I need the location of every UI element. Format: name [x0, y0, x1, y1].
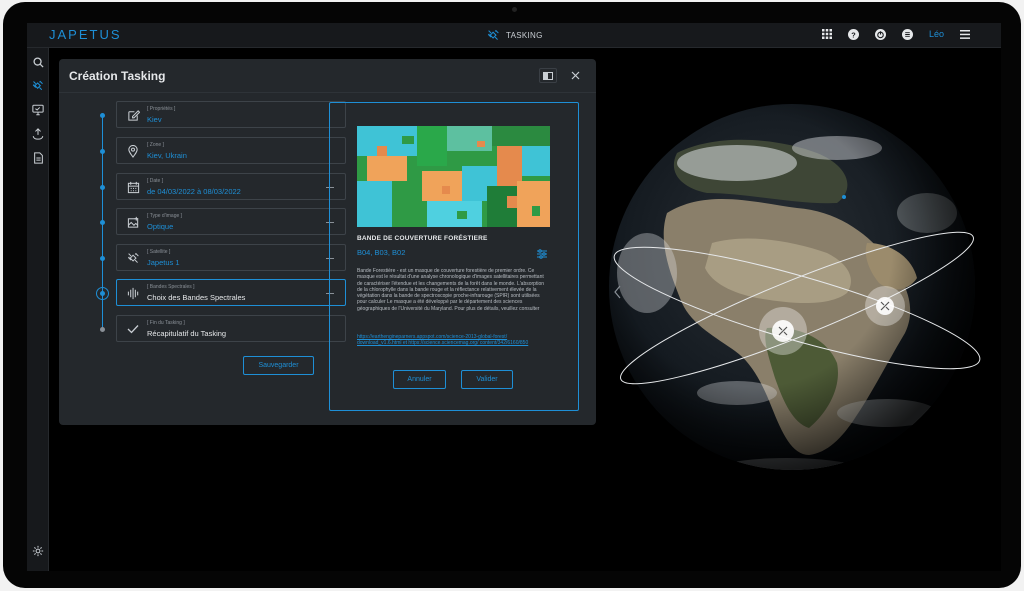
- image-type-icon: [126, 215, 140, 229]
- panel-title: Création Tasking: [69, 69, 166, 83]
- step-value: Kiev, Ukrain: [147, 151, 187, 160]
- step-date[interactable]: [ Date ] de 04/03/2022 à 08/03/2022: [116, 173, 346, 200]
- help-icon[interactable]: ?: [848, 28, 860, 40]
- card-title: BANDE DE COUVERTURE FORÉSTIERE: [357, 235, 488, 242]
- step-value: Choix des Bandes Spectrales: [147, 293, 246, 302]
- panel-header: Création Tasking: [59, 59, 596, 93]
- validate-button[interactable]: Valider: [461, 370, 513, 389]
- save-button[interactable]: Sauvegarder: [243, 356, 314, 375]
- screen: JAPETUS TASKING ? Léo Création Tasking […: [27, 23, 1001, 571]
- step-dot: [100, 113, 105, 118]
- location-pin-icon: [126, 144, 140, 158]
- step-value: de 04/03/2022 à 08/03/2022: [147, 187, 241, 196]
- edit-icon: [126, 108, 140, 122]
- step-label: [ Fin du Tasking ]: [147, 320, 185, 326]
- apps-grid-icon[interactable]: [821, 28, 833, 40]
- step-label: [ Type d'image ]: [147, 213, 183, 219]
- camera: [512, 7, 517, 12]
- earth-globe[interactable]: [587, 93, 1001, 533]
- user-name[interactable]: Léo: [929, 29, 944, 39]
- satellite-icon: [487, 29, 499, 40]
- close-icon: [571, 71, 579, 80]
- step-dot: [100, 220, 105, 225]
- step-satellite[interactable]: [ Satellite ] Japetus 1: [116, 244, 346, 271]
- check-icon: [126, 322, 140, 336]
- step-summary[interactable]: [ Fin du Tasking ] Récapitulatif du Task…: [116, 315, 346, 342]
- card-bands: B04, B03, B02: [357, 248, 406, 257]
- settings-gear-icon[interactable]: [31, 544, 45, 558]
- step-properties[interactable]: [ Propriétés ] Kiev: [116, 101, 346, 128]
- top-right-tools: ? Léo: [821, 28, 971, 40]
- search-icon[interactable]: [31, 55, 45, 69]
- tasking-title: TASKING: [487, 29, 543, 42]
- card-reference-link[interactable]: https://earthengineparners.appspot.com/s…: [357, 334, 550, 347]
- step-dot-pending: [100, 327, 105, 332]
- card-description: Bande Forestière - est un masque de couv…: [357, 268, 545, 312]
- step-value: Récapitulatif du Tasking: [147, 329, 227, 338]
- step-image-type[interactable]: [ Type d'image ] Optique: [116, 208, 346, 235]
- step-label: [ Propriétés ]: [147, 106, 176, 112]
- step-zone[interactable]: [ Zone ] Kiev, Ukrain: [116, 137, 346, 164]
- power-icon[interactable]: [875, 28, 887, 40]
- satellite-nav-icon[interactable]: [31, 79, 45, 93]
- step-dot: [100, 185, 105, 190]
- left-rail: [27, 48, 49, 571]
- cancel-button[interactable]: Annuler: [393, 370, 446, 389]
- step-value: Japetus 1: [147, 258, 180, 267]
- step-value: Kiev: [147, 115, 162, 124]
- dock-icon: [543, 71, 553, 80]
- document-icon[interactable]: [31, 151, 45, 165]
- step-value: Optique: [147, 222, 174, 231]
- step-label: [ Bandes Spectrales ]: [147, 284, 195, 290]
- tasking-creation-panel: Création Tasking [ Propriétés] Kiev [Z…: [59, 59, 621, 425]
- notification-icon[interactable]: [902, 28, 914, 40]
- svg-text:?: ?: [852, 30, 857, 39]
- calendar-icon: [126, 180, 140, 194]
- step-spectral-bands[interactable]: [ Bandes Spectrales ] Choix des Bandes S…: [116, 279, 346, 306]
- satellite-icon: [126, 251, 140, 265]
- step-dot: [100, 256, 105, 261]
- close-panel-button[interactable]: [566, 68, 584, 83]
- dock-panel-button[interactable]: [539, 68, 557, 83]
- spectral-band-detail-card: BANDE DE COUVERTURE FORÉSTIERE B04, B03,…: [329, 102, 579, 411]
- step-dot: [100, 149, 105, 154]
- forest-cover-preview-image: [357, 126, 550, 227]
- sliders-settings-icon[interactable]: [536, 247, 548, 259]
- app-logo[interactable]: JAPETUS: [49, 27, 122, 42]
- chevron-left-icon[interactable]: [613, 285, 623, 299]
- upload-icon[interactable]: [31, 127, 45, 141]
- menu-icon[interactable]: [959, 28, 971, 40]
- spectral-bands-icon: [126, 286, 140, 300]
- device-frame: JAPETUS TASKING ? Léo Création Tasking […: [3, 2, 1021, 588]
- step-label: [ Satellite ]: [147, 249, 171, 255]
- monitor-icon[interactable]: [31, 103, 45, 117]
- top-bar: JAPETUS TASKING ? Léo: [27, 23, 1001, 48]
- step-label: [ Date ]: [147, 178, 164, 184]
- earth-globe-view[interactable]: [587, 93, 1001, 533]
- tasking-title-text: TASKING: [506, 31, 543, 40]
- step-dot-active: [96, 287, 109, 300]
- step-label: [ Zone ]: [147, 142, 164, 148]
